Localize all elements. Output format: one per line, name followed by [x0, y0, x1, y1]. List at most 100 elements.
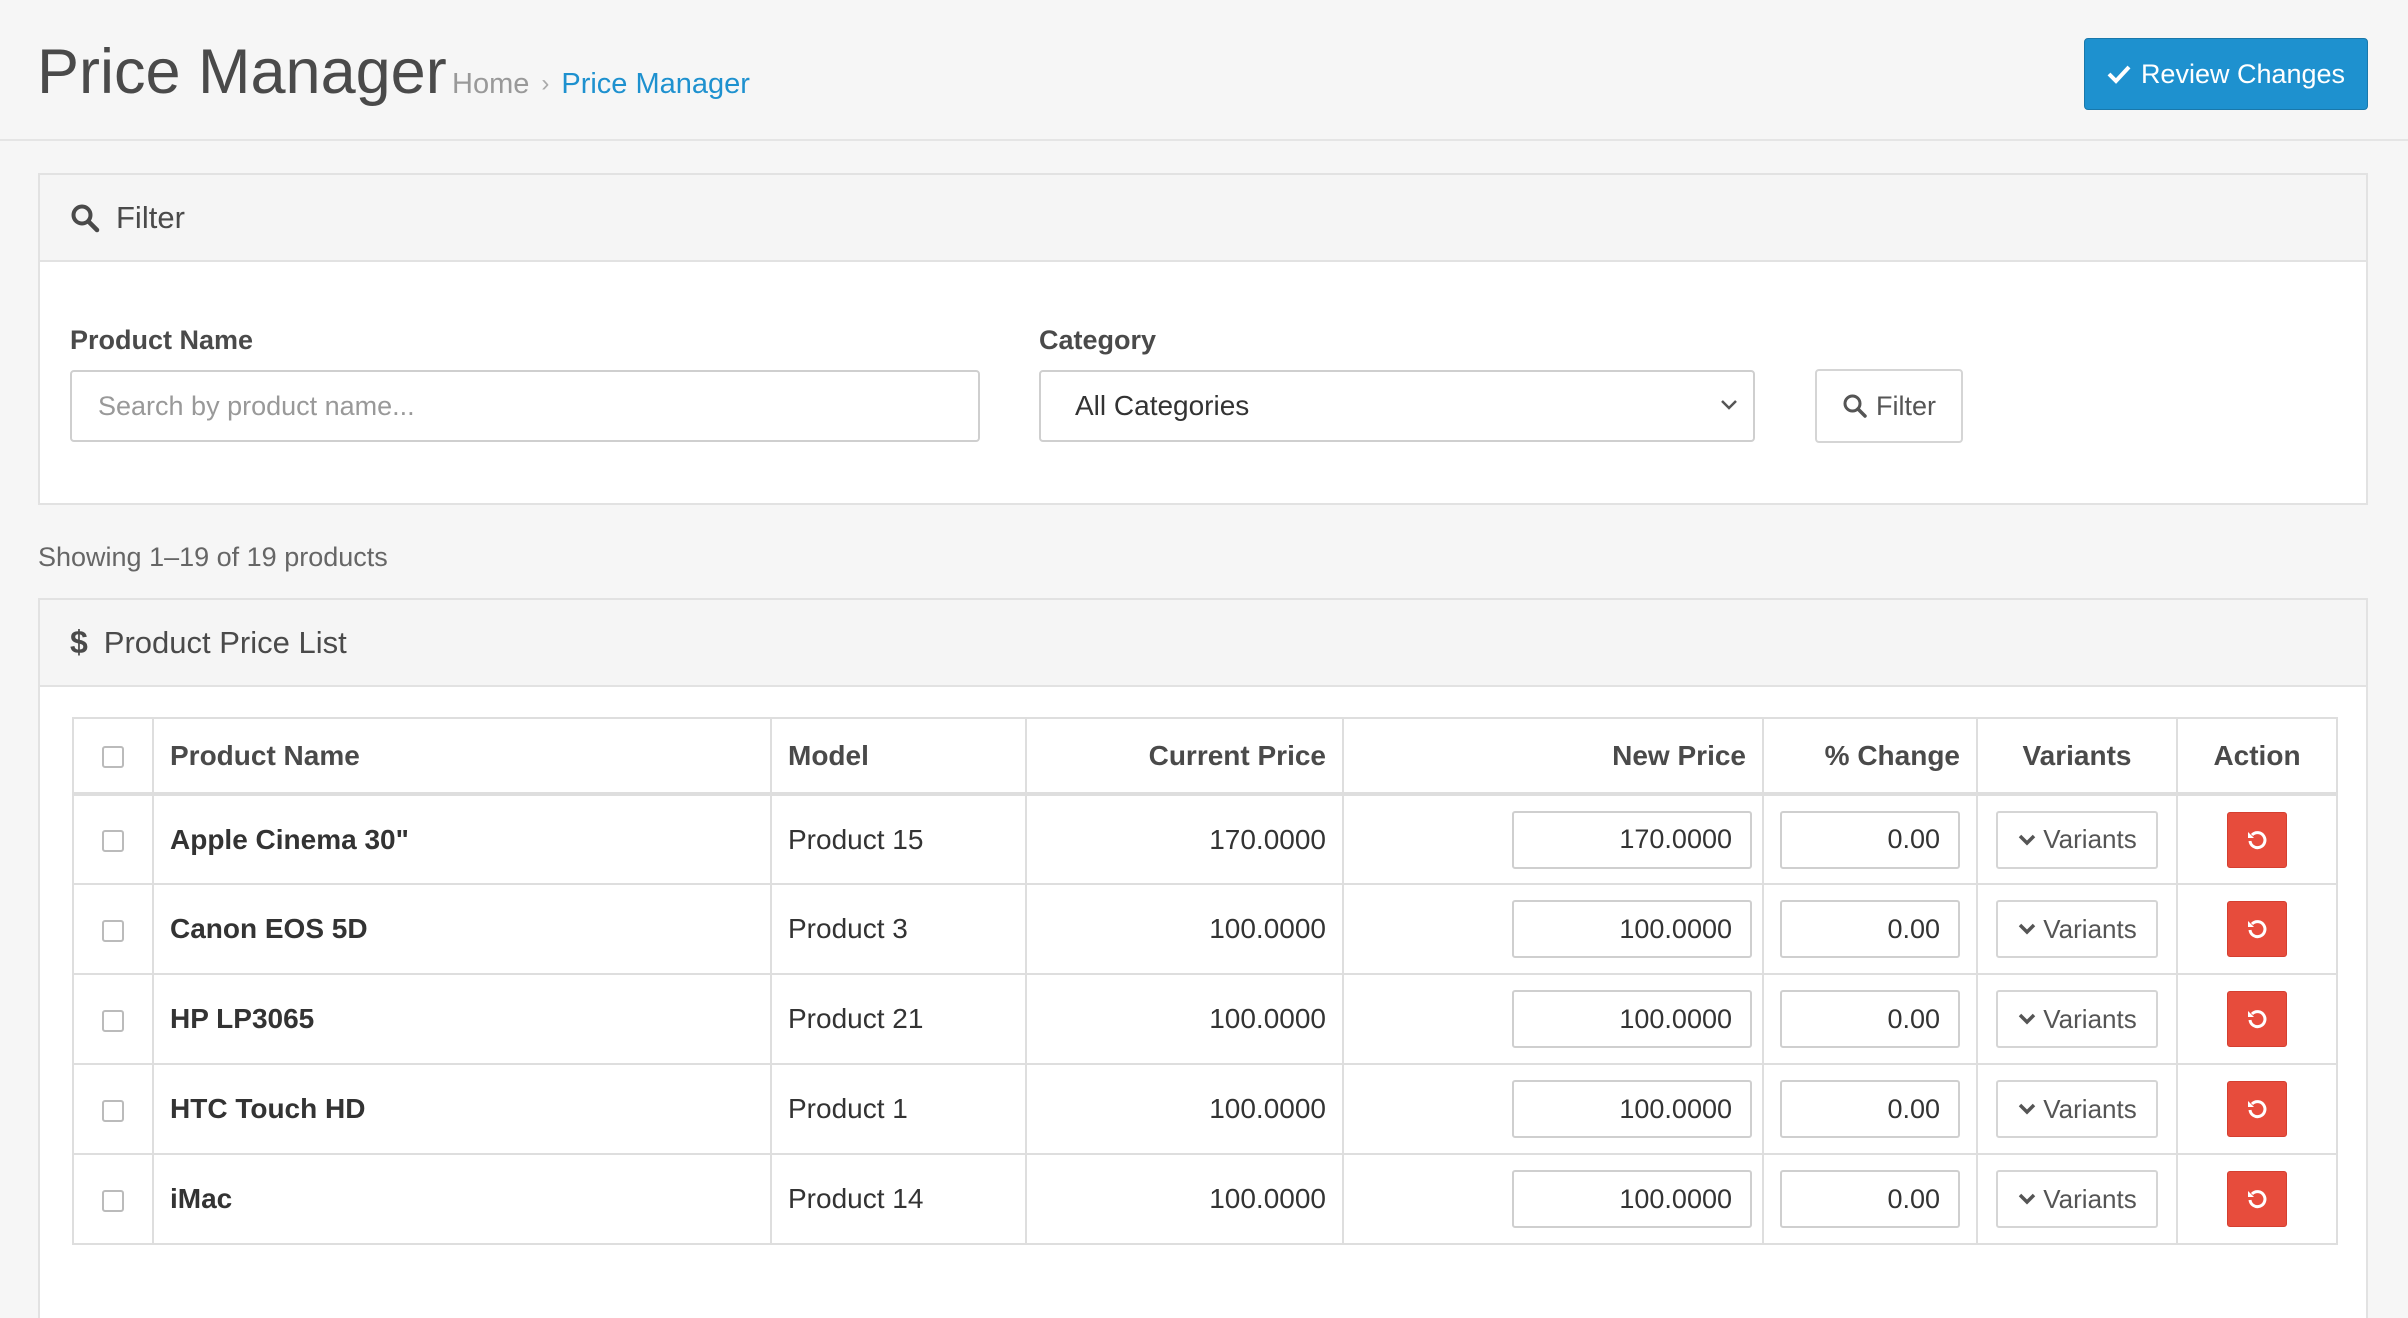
price-list-panel-heading: $ Product Price List [40, 600, 2366, 687]
reset-price-button[interactable] [2227, 1171, 2287, 1227]
pct-change-input[interactable] [1780, 1170, 1960, 1228]
pct-change-input[interactable] [1780, 990, 1960, 1048]
product-name-cell: Apple Cinema 30" [152, 793, 772, 885]
chevron-down-icon [2019, 1193, 2036, 1205]
variants-button[interactable]: Variants [1996, 990, 2158, 1048]
col-pct-change: % Change [1762, 717, 1978, 796]
reset-price-button[interactable] [2227, 901, 2287, 957]
table-row: HP LP3065 Product 21 100.0000 Variants [72, 973, 2338, 1065]
reset-price-button[interactable] [2227, 811, 2287, 868]
product-name-label: Product Name [70, 325, 254, 355]
variants-label: Variants [2043, 913, 2137, 944]
category-label: Category [1039, 325, 1157, 355]
breadcrumb-separator: › [541, 70, 550, 97]
new-price-cell [1342, 1063, 1764, 1155]
new-price-input[interactable] [1512, 810, 1752, 869]
row-select-cell [72, 1063, 154, 1155]
action-cell [2176, 973, 2338, 1065]
row-checkbox[interactable] [102, 1189, 124, 1212]
variants-label: Variants [2043, 824, 2137, 854]
filter-panel-title: Filter [116, 199, 185, 235]
row-checkbox[interactable] [102, 1009, 124, 1032]
current-price-cell: 100.0000 [1025, 1063, 1344, 1155]
filter-button[interactable]: Filter [1815, 369, 1963, 443]
reset-price-button[interactable] [2227, 1081, 2287, 1137]
row-checkbox[interactable] [102, 919, 124, 942]
product-name-cell: HTC Touch HD [152, 1063, 772, 1155]
row-checkbox[interactable] [102, 830, 124, 853]
col-product-name[interactable]: Product Name [152, 717, 772, 796]
col-current-price[interactable]: Current Price [1025, 717, 1344, 796]
table-row: Canon EOS 5D Product 3 100.0000 Variants [72, 883, 2338, 975]
price-table-wrapper: Product Name Model Current Price New Pri… [72, 717, 2338, 1245]
breadcrumb: Home › Price Manager [452, 64, 750, 104]
col-variants: Variants [1976, 717, 2178, 796]
reset-price-button[interactable] [2227, 991, 2287, 1047]
pct-change-cell [1762, 1063, 1978, 1155]
current-price-cell: 100.0000 [1025, 1153, 1344, 1245]
price-list-panel-title: Product Price List [103, 624, 347, 660]
new-price-cell [1342, 973, 1764, 1065]
new-price-input[interactable] [1512, 990, 1752, 1048]
undo-icon [2248, 1100, 2267, 1119]
filter-panel-heading: Filter [40, 175, 2366, 262]
row-select-cell [72, 883, 154, 975]
filter-button-label: Filter [1876, 390, 1936, 421]
new-price-input[interactable] [1512, 1080, 1752, 1138]
table-row: Apple Cinema 30" Product 15 170.0000 Var… [72, 793, 2338, 885]
row-select-cell [72, 793, 154, 885]
undo-icon [2248, 830, 2267, 849]
row-select-cell [72, 973, 154, 1065]
table-row: HTC Touch HD Product 1 100.0000 Variants [72, 1063, 2338, 1155]
col-action: Action [2176, 717, 2338, 796]
variants-button[interactable]: Variants [1996, 1080, 2158, 1138]
pct-change-input[interactable] [1780, 900, 1960, 958]
action-cell [2176, 793, 2338, 885]
new-price-cell [1342, 883, 1764, 975]
model-cell: Product 21 [770, 973, 1027, 1065]
new-price-cell [1342, 793, 1764, 885]
current-price-cell: 170.0000 [1025, 793, 1344, 885]
col-new-price: New Price [1342, 717, 1764, 796]
pct-change-input[interactable] [1780, 810, 1960, 869]
variants-button[interactable]: Variants [1996, 810, 2158, 869]
current-price-cell: 100.0000 [1025, 883, 1344, 975]
pct-change-input[interactable] [1780, 1080, 1960, 1138]
category-select[interactable]: All Categories [1039, 370, 1755, 442]
variants-button[interactable]: Variants [1996, 1170, 2158, 1228]
variants-cell: Variants [1976, 793, 2178, 885]
results-count-text: Showing 1–19 of 19 products [38, 542, 388, 572]
pct-change-cell [1762, 793, 1978, 885]
price-table: Product Name Model Current Price New Pri… [72, 717, 2338, 1245]
product-name-cell: iMac [152, 1153, 772, 1245]
variants-cell: Variants [1976, 973, 2178, 1065]
review-changes-button[interactable]: Review Changes [2084, 38, 2368, 110]
table-row: iMac Product 14 100.0000 Variants [72, 1153, 2338, 1245]
variants-button[interactable]: Variants [1996, 900, 2158, 958]
review-changes-label: Review Changes [2140, 58, 2346, 89]
action-cell [2176, 883, 2338, 975]
select-all-checkbox[interactable] [102, 746, 124, 769]
new-price-cell [1342, 1153, 1764, 1245]
undo-icon [2248, 920, 2267, 939]
new-price-input[interactable] [1512, 900, 1752, 958]
select-all-cell [72, 717, 154, 796]
row-checkbox[interactable] [102, 1099, 124, 1122]
dollar-icon: $ [70, 624, 88, 660]
row-select-cell [72, 1153, 154, 1245]
check-icon [2107, 65, 2131, 84]
page-title: Price Manager [37, 37, 447, 107]
model-cell: Product 15 [770, 793, 1027, 885]
product-price-list-panel: $ Product Price List Product Name Model … [38, 598, 2368, 1318]
new-price-input[interactable] [1512, 1170, 1752, 1228]
product-name-search-input[interactable] [70, 370, 980, 442]
breadcrumb-home-link[interactable]: Home [452, 64, 529, 104]
search-icon [70, 203, 100, 233]
col-model[interactable]: Model [770, 717, 1027, 796]
product-name-cell: HP LP3065 [152, 973, 772, 1065]
table-header-row: Product Name Model Current Price New Pri… [72, 717, 2338, 796]
breadcrumb-price-manager-link[interactable]: Price Manager [561, 64, 750, 104]
current-price-cell: 100.0000 [1025, 973, 1344, 1065]
chevron-down-icon [2019, 834, 2036, 845]
product-name-cell: Canon EOS 5D [152, 883, 772, 975]
